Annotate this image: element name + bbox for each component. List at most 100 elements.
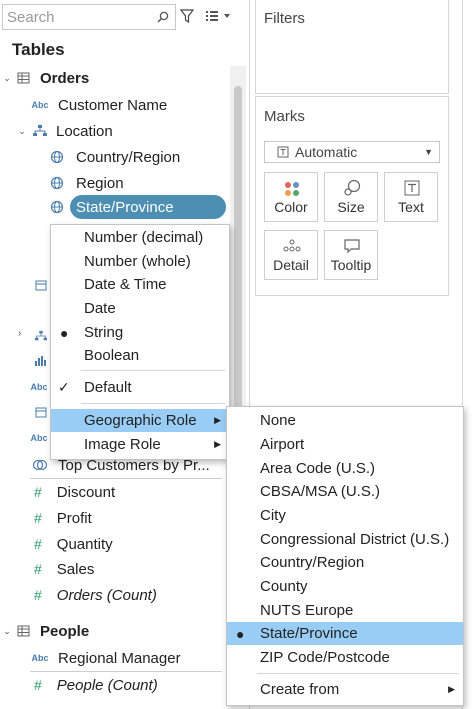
geo-item-congressional-district[interactable]: Congressional District (U.S.): [227, 528, 463, 551]
geo-item-nuts-europe[interactable]: NUTS Europe: [227, 599, 463, 622]
calendar-icon: [35, 407, 47, 418]
string-type-icon: Abc: [31, 653, 49, 663]
size-label: Size: [337, 199, 365, 215]
divider: [30, 478, 222, 479]
string-type-icon: Abc: [30, 433, 48, 443]
text-button[interactable]: Text: [384, 172, 438, 222]
table-icon: [17, 72, 30, 84]
chevron-down-icon[interactable]: ⌄: [16, 126, 28, 137]
scrollbar-thumb[interactable]: [234, 86, 242, 416]
search-input[interactable]: [7, 7, 147, 27]
table-people[interactable]: ⌄ People: [0, 619, 89, 643]
globe-icon: [50, 176, 64, 190]
set-icon: [32, 459, 48, 471]
geo-item-none[interactable]: None: [227, 409, 463, 432]
submenu-arrow-icon: ▶: [448, 684, 455, 694]
field-discount[interactable]: # Discount: [34, 480, 115, 504]
string-type-icon: Abc: [31, 100, 49, 110]
geo-item-area-code[interactable]: Area Code (U.S.): [227, 457, 463, 480]
color-icon: [285, 182, 299, 196]
field-label: Orders (Count): [56, 586, 157, 604]
checkmark-icon: ✓: [58, 379, 70, 395]
divider: [30, 671, 222, 672]
field-profit[interactable]: # Profit: [34, 506, 92, 530]
field-orders-count[interactable]: # Orders (Count): [34, 583, 157, 607]
bullet-icon: ●: [236, 625, 245, 642]
geo-item-airport[interactable]: Airport: [227, 433, 463, 456]
field-regional-manager[interactable]: Abc Regional Manager: [30, 646, 181, 670]
menu-separator: [81, 403, 225, 404]
globe-icon: [50, 200, 64, 214]
field-label: Country/Region: [76, 148, 181, 166]
detail-label: Detail: [273, 257, 309, 273]
color-button[interactable]: Color: [264, 172, 318, 222]
field-sales[interactable]: # Sales: [34, 557, 94, 581]
marks-card: Marks Automatic ▼ Color Size Text Detail: [255, 96, 449, 296]
field-label: Profit: [56, 509, 92, 527]
tables-heading: Tables: [12, 40, 65, 59]
size-button[interactable]: Size: [324, 172, 378, 222]
field-country-region[interactable]: Country/Region: [50, 145, 180, 169]
tooltip-button[interactable]: Tooltip: [324, 230, 378, 280]
hierarchy-icon: [33, 125, 47, 136]
size-icon: [344, 179, 361, 196]
field-label: Sales: [56, 560, 95, 578]
search-box[interactable]: [2, 4, 176, 30]
chevron-down-icon[interactable]: ▼: [424, 147, 433, 157]
field-label: Quantity: [56, 535, 113, 553]
field-region[interactable]: Region: [50, 171, 124, 195]
search-icon[interactable]: [157, 11, 169, 23]
bullet-icon: ●: [60, 324, 69, 341]
geo-item-county[interactable]: County: [227, 575, 463, 598]
field-label: State/Province: [76, 198, 174, 216]
menu-item-string[interactable]: ● String: [51, 321, 229, 344]
menu-item-number-decimal[interactable]: Number (decimal): [51, 226, 229, 249]
geo-item-country-region[interactable]: Country/Region: [227, 551, 463, 574]
chevron-down-icon[interactable]: ⌄: [0, 73, 14, 84]
bin-icon: [35, 356, 46, 366]
field-label: Discount: [56, 483, 116, 501]
measure-icon: #: [34, 677, 42, 693]
menu-item-image-role[interactable]: Image Role ▶: [51, 433, 229, 456]
menu-item-date-time[interactable]: Date & Time: [51, 273, 229, 296]
geo-item-city[interactable]: City: [227, 504, 463, 527]
field-state-province-selected[interactable]: State/Province: [70, 195, 226, 219]
menu-item-date[interactable]: Date: [51, 297, 229, 320]
geo-item-cbsa-msa[interactable]: CBSA/MSA (U.S.): [227, 480, 463, 503]
field-location[interactable]: ⌄ Location: [16, 119, 113, 143]
field-label: Regional Manager: [58, 649, 181, 667]
menu-item-boolean[interactable]: Boolean: [51, 344, 229, 367]
field-label: Location: [56, 122, 113, 140]
measure-icon: #: [34, 484, 42, 500]
field-customer-name[interactable]: Abc Customer Name: [30, 93, 167, 117]
marks-title: Marks: [264, 108, 305, 125]
text-mark-icon: [277, 146, 289, 158]
geo-item-create-from[interactable]: Create from ▶: [227, 678, 463, 701]
field-quantity[interactable]: # Quantity: [34, 532, 113, 556]
table-orders[interactable]: ⌄ Orders: [0, 66, 89, 90]
chevron-right-icon[interactable]: ›: [18, 328, 21, 339]
text-icon: [404, 180, 420, 196]
field-label: Region: [76, 174, 124, 192]
tooltip-icon: [344, 239, 360, 254]
submenu-arrow-icon: ▶: [214, 415, 221, 425]
table-name: Orders: [40, 69, 90, 87]
measure-icon: #: [34, 536, 42, 552]
filters-title: Filters: [264, 10, 305, 27]
measure-icon: #: [34, 561, 42, 577]
geo-item-state-province[interactable]: ● State/Province: [227, 622, 463, 645]
filter-icon[interactable]: [180, 9, 194, 23]
menu-item-geographic-role[interactable]: Geographic Role ▶: [51, 409, 229, 432]
menu-item-number-whole[interactable]: Number (whole): [51, 250, 229, 273]
menu-separator: [257, 673, 459, 674]
menu-separator: [81, 370, 225, 371]
detail-button[interactable]: Detail: [264, 230, 318, 280]
view-options-icon[interactable]: [205, 9, 231, 23]
geo-item-zip-code[interactable]: ZIP Code/Postcode: [227, 646, 463, 669]
chevron-down-icon[interactable]: ⌄: [0, 626, 14, 637]
filters-shelf[interactable]: Filters: [255, 0, 449, 94]
menu-item-default[interactable]: ✓ Default: [51, 376, 229, 399]
text-label: Text: [398, 199, 424, 215]
mark-type-dropdown[interactable]: Automatic ▼: [264, 141, 440, 163]
field-people-count[interactable]: # People (Count): [34, 673, 158, 697]
